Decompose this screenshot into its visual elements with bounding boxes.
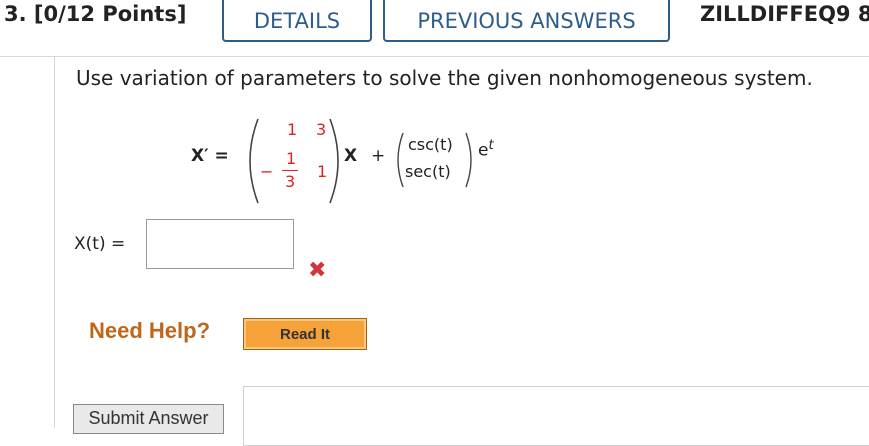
equation-lhs: X′ =: [191, 146, 229, 166]
assignment-code: ZILLDIFFEQ9 8: [700, 2, 869, 26]
vector-entry-bottom: sec(t): [405, 162, 451, 181]
answer-label: X(t) =: [74, 234, 126, 254]
exp-base: e: [478, 140, 489, 161]
read-it-button[interactable]: Read It: [243, 318, 367, 350]
previous-answers-button[interactable]: PREVIOUS ANSWERS: [383, 0, 670, 42]
plus-sign: +: [371, 146, 386, 166]
vector-right-paren: [465, 132, 472, 188]
content-left-border: [54, 57, 55, 428]
submit-answer-label: Submit Answer: [88, 408, 209, 428]
submit-answer-button[interactable]: Submit Answer: [73, 404, 224, 434]
instruction-text: Use variation of parameters to solve the…: [76, 66, 813, 90]
read-it-label: Read It: [279, 325, 330, 343]
x-symbol: X: [344, 146, 358, 166]
matrix-entry-r2c1-numerator: 1: [286, 149, 297, 168]
header-divider: [0, 56, 869, 57]
matrix-entry-r1c1: 1: [287, 120, 298, 139]
matrix-entry-r2c1-sign: −: [260, 162, 274, 181]
matrix-left-paren: [249, 118, 259, 204]
details-button[interactable]: DETAILS: [222, 0, 372, 42]
incorrect-icon: ✖: [308, 258, 327, 283]
matrix-fraction-bar: [282, 170, 298, 171]
question-number: 3. [0/12 Points]: [4, 2, 186, 26]
matrix-entry-r1c2: 3: [316, 120, 327, 139]
question-index: 3.: [4, 2, 27, 26]
exp-power: t: [488, 138, 494, 153]
previous-answers-label: PREVIOUS ANSWERS: [417, 9, 636, 33]
exponential-term: et: [478, 138, 494, 161]
need-help-label: Need Help?: [89, 318, 211, 343]
matrix-entry-r2c2: 1: [317, 162, 328, 181]
details-label: DETAILS: [253, 9, 341, 33]
points-label: [0/12 Points]: [33, 2, 187, 26]
answer-input[interactable]: [146, 219, 294, 269]
bottom-panel: [243, 386, 869, 446]
matrix-entry-r2c1-denominator: 3: [285, 172, 296, 191]
vector-entry-top: csc(t): [408, 135, 453, 154]
vector-left-paren: [397, 132, 404, 188]
